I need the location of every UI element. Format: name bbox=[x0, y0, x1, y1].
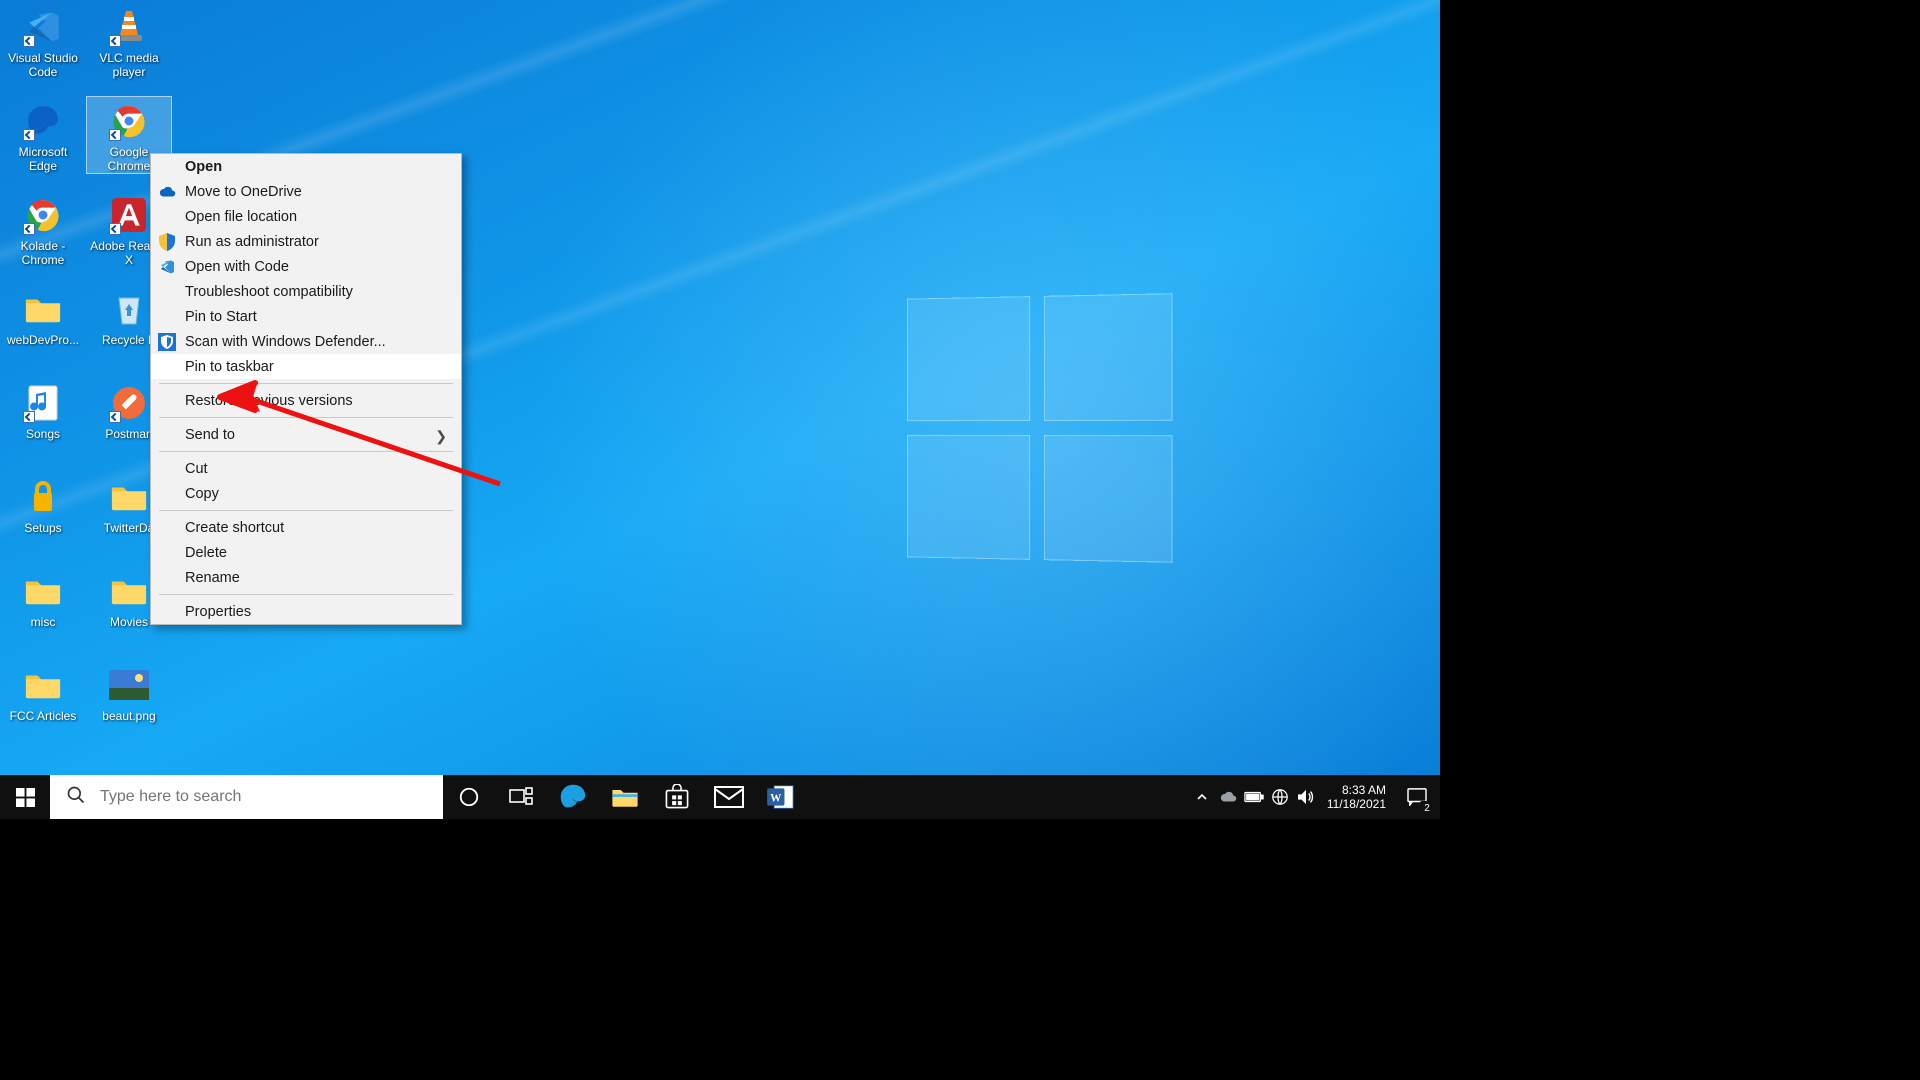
desktop-icon-edge[interactable]: Microsoft Edge bbox=[0, 96, 86, 174]
ctx-move-onedrive[interactable]: Move to OneDrive bbox=[151, 179, 461, 204]
ctx-item-label: Open with Code bbox=[185, 259, 289, 275]
ctx-item-label: Create shortcut bbox=[185, 520, 284, 536]
desktop-icon-label: VLC media player bbox=[89, 51, 169, 79]
clock-time: 8:33 AM bbox=[1342, 783, 1386, 797]
desktop-icon-folder[interactable]: misc bbox=[0, 566, 86, 630]
ctx-item-label: Troubleshoot compatibility bbox=[185, 284, 353, 300]
ctx-restore-versions[interactable]: Restore previous versions bbox=[151, 388, 461, 413]
cortana-button[interactable] bbox=[443, 775, 495, 819]
ctx-pin-taskbar[interactable]: Pin to taskbar bbox=[151, 354, 461, 379]
ctx-create-shortcut[interactable]: Create shortcut bbox=[151, 515, 461, 540]
context-menu: Open Move to OneDrive Open file location… bbox=[150, 153, 462, 625]
windows-logo-wallpaper bbox=[907, 293, 1173, 563]
taskbar-clock[interactable]: 8:33 AM 11/18/2021 bbox=[1319, 783, 1394, 811]
tray-battery-icon[interactable] bbox=[1241, 775, 1267, 819]
task-view-button[interactable] bbox=[495, 775, 547, 819]
desktop-icon-vscode[interactable]: Visual Studio Code bbox=[0, 2, 86, 80]
search-input[interactable] bbox=[98, 787, 443, 807]
ctx-separator bbox=[159, 383, 453, 384]
ctx-item-label: Restore previous versions bbox=[185, 393, 353, 409]
tray-network-icon[interactable] bbox=[1267, 775, 1293, 819]
taskbar-app-explorer[interactable] bbox=[599, 775, 651, 819]
tray-onedrive-icon[interactable] bbox=[1215, 775, 1241, 819]
taskbar-search[interactable] bbox=[50, 775, 443, 819]
ctx-item-label: Run as administrator bbox=[185, 234, 319, 250]
ctx-scan-defender[interactable]: Scan with Windows Defender... bbox=[151, 329, 461, 354]
ctx-item-label: Delete bbox=[185, 545, 227, 561]
desktop-icon-label: Setups bbox=[3, 521, 83, 535]
ctx-item-label: Cut bbox=[185, 461, 208, 477]
ctx-copy[interactable]: Copy bbox=[151, 481, 461, 506]
desktop-icon-image[interactable]: beaut.png bbox=[86, 660, 172, 724]
ctx-item-label: Open bbox=[185, 159, 222, 175]
desktop-icon-label: Kolade - Chrome bbox=[3, 239, 83, 267]
desktop-icon-vlc[interactable]: VLC media player bbox=[86, 2, 172, 80]
desktop-icon-label: misc bbox=[3, 615, 83, 629]
ctx-open[interactable]: Open bbox=[151, 154, 461, 179]
ctx-item-label: Rename bbox=[185, 570, 240, 586]
taskbar-app-edge[interactable] bbox=[547, 775, 599, 819]
tray-overflow-icon[interactable] bbox=[1189, 775, 1215, 819]
ctx-item-label: Send to bbox=[185, 427, 235, 443]
ctx-item-label: Open file location bbox=[185, 209, 297, 225]
ctx-item-label: Pin to Start bbox=[185, 309, 257, 325]
taskbar: W 8:33 AM 11/18/2021 2 bbox=[0, 775, 1440, 819]
defender-icon bbox=[157, 332, 176, 351]
ctx-item-label: Move to OneDrive bbox=[185, 184, 302, 200]
ctx-item-label: Scan with Windows Defender... bbox=[185, 334, 386, 350]
desktop-icon-music-file[interactable]: Songs bbox=[0, 378, 86, 442]
start-button[interactable] bbox=[0, 775, 50, 819]
desktop-icon-label: beaut.png bbox=[89, 709, 169, 723]
desktop[interactable]: Visual Studio Code Microsoft Edge Kolade… bbox=[0, 0, 1440, 819]
desktop-icon-label: Songs bbox=[3, 427, 83, 441]
desktop-icon-chrome-profile[interactable]: Kolade - Chrome bbox=[0, 190, 86, 268]
ctx-item-label: Pin to taskbar bbox=[185, 359, 274, 375]
ctx-properties[interactable]: Properties bbox=[151, 599, 461, 624]
submenu-arrow-icon: ❯ bbox=[435, 428, 447, 445]
ctx-open-file-location[interactable]: Open file location bbox=[151, 204, 461, 229]
notification-count-badge: 2 bbox=[1420, 801, 1434, 815]
ctx-send-to[interactable]: Send to ❯ bbox=[151, 422, 461, 447]
clock-date: 11/18/2021 bbox=[1327, 797, 1386, 811]
ctx-run-admin[interactable]: Run as administrator bbox=[151, 229, 461, 254]
ctx-open-with-code[interactable]: Open with Code bbox=[151, 254, 461, 279]
ctx-delete[interactable]: Delete bbox=[151, 540, 461, 565]
desktop-icon-label: Microsoft Edge bbox=[3, 145, 83, 173]
ctx-item-label: Properties bbox=[185, 604, 251, 620]
search-icon bbox=[66, 785, 86, 810]
ctx-rename[interactable]: Rename bbox=[151, 565, 461, 590]
system-tray: 8:33 AM 11/18/2021 2 bbox=[1189, 775, 1440, 819]
taskbar-app-store[interactable] bbox=[651, 775, 703, 819]
desktop-icon-label: FCC Articles bbox=[3, 709, 83, 723]
desktop-icon-lock-folder[interactable]: Setups bbox=[0, 472, 86, 536]
vscode-icon bbox=[157, 257, 176, 276]
onedrive-icon bbox=[157, 182, 176, 201]
desktop-icon-label: Visual Studio Code bbox=[3, 51, 83, 79]
svg-text:W: W bbox=[770, 792, 782, 804]
desktop-icon-folder[interactable]: FCC Articles bbox=[0, 660, 86, 724]
ctx-troubleshoot[interactable]: Troubleshoot compatibility bbox=[151, 279, 461, 304]
desktop-icon-folder[interactable]: webDevPro... bbox=[0, 284, 86, 348]
ctx-separator bbox=[159, 594, 453, 595]
ctx-item-label: Copy bbox=[185, 486, 219, 502]
shield-icon bbox=[157, 232, 176, 251]
ctx-separator bbox=[159, 451, 453, 452]
ctx-separator bbox=[159, 510, 453, 511]
tray-volume-icon[interactable] bbox=[1293, 775, 1319, 819]
desktop-icon-label: webDevPro... bbox=[3, 333, 83, 347]
action-center-button[interactable]: 2 bbox=[1394, 775, 1440, 819]
taskbar-app-word[interactable]: W bbox=[755, 775, 807, 819]
ctx-pin-start[interactable]: Pin to Start bbox=[151, 304, 461, 329]
ctx-cut[interactable]: Cut bbox=[151, 456, 461, 481]
taskbar-app-mail[interactable] bbox=[703, 775, 755, 819]
ctx-separator bbox=[159, 417, 453, 418]
